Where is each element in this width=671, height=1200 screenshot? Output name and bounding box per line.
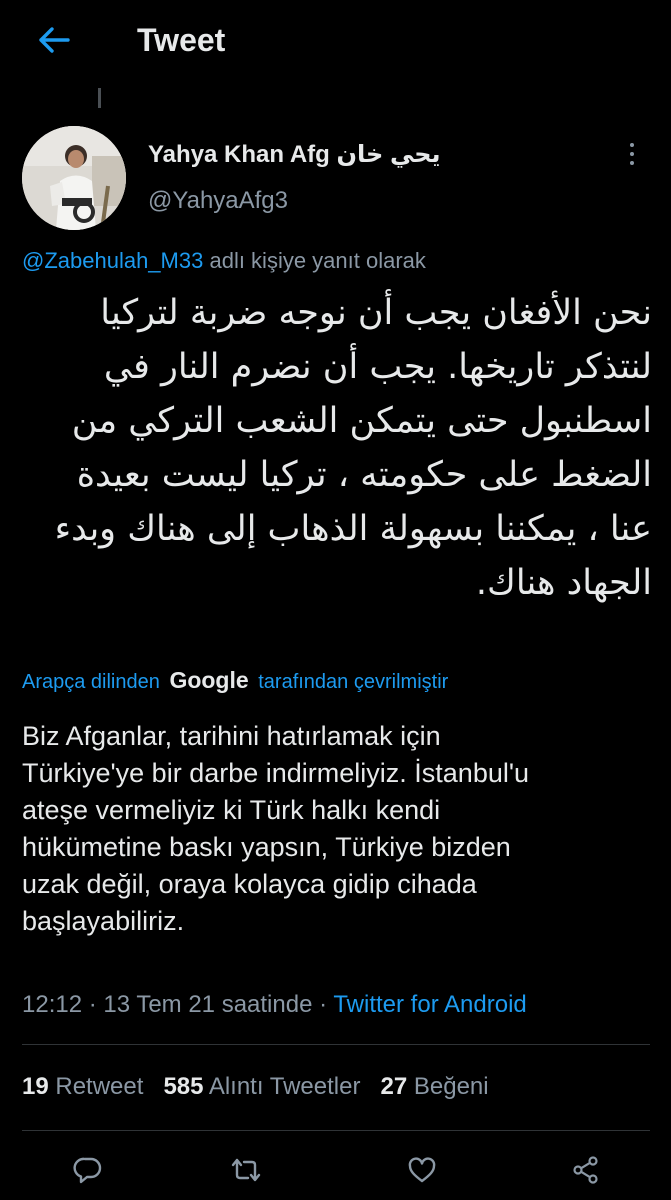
likes-stat[interactable]: 27 Beğeni [380, 1073, 488, 1100]
tweet-line: اسطنبول حتى يتمكن الشعب التركي من [71, 401, 652, 441]
tweet-line: الجهاد هناك. [475, 563, 652, 603]
translated-line: başlayabiliriz. [22, 906, 185, 936]
more-options-button[interactable] [620, 136, 644, 172]
more-dot-icon [630, 143, 634, 147]
avatar[interactable] [22, 126, 126, 230]
reply-context-label: adlı kişiye yanıt olarak [209, 248, 426, 273]
tweet-text-translated: Biz Afganlar, tarihini hatırlamak için T… [22, 718, 652, 940]
tweet-stats: 19 Retweet 585 Alıntı Tweetler 27 Beğeni [22, 1072, 489, 1102]
thread-connector-line [98, 88, 101, 108]
quotes-stat[interactable]: 585 Alıntı Tweetler [163, 1073, 360, 1100]
back-button[interactable] [34, 22, 74, 58]
reply-context: @Zabehulah_M33 adlı kişiye yanıt olarak [22, 246, 426, 276]
share-icon [573, 1156, 598, 1184]
retweets-stat[interactable]: 19 Retweet [22, 1073, 143, 1100]
quotes-count: 585 [163, 1073, 204, 1100]
tweet-source-link[interactable]: Twitter for Android [333, 991, 526, 1018]
share-button[interactable] [566, 1152, 606, 1188]
translated-line: Türkiye'ye bir darbe indirmeliyiz. İstan… [22, 758, 530, 788]
reply-mention-link[interactable]: @Zabehulah_M33 [22, 248, 203, 273]
author-handle[interactable]: @YahyaAfg3 [148, 186, 288, 216]
retweet-icon [231, 1158, 261, 1182]
translation-credit[interactable]: Arapça dilinden Google tarafından çevril… [22, 666, 448, 696]
google-logo: Google [169, 667, 249, 693]
like-button[interactable] [402, 1152, 442, 1188]
likes-label: Beğeni [413, 1073, 489, 1100]
translated-line: uzak değil, oraya kolayca gidip cihada [22, 869, 477, 899]
likes-count: 27 [380, 1073, 408, 1100]
divider [22, 1044, 650, 1045]
translated-line: hükümetine baskı yapsın, Türkiye bizden [22, 832, 511, 862]
tweet-timestamp[interactable]: 12:12 · 13 Tem 21 saatinde · [22, 991, 327, 1018]
retweets-label: Retweet [55, 1073, 144, 1100]
reply-button[interactable] [68, 1152, 108, 1188]
like-icon [408, 1157, 436, 1183]
reply-icon [73, 1157, 102, 1184]
page-title: Tweet [137, 22, 226, 58]
retweet-button[interactable] [226, 1152, 266, 1188]
author-display-name[interactable]: Yahya Khan Afg يحي خان [148, 140, 441, 170]
avatar-photo [22, 126, 126, 230]
quotes-label: Alıntı Tweetler [208, 1073, 361, 1100]
translated-line: ateşe vermeliyiz ki Türk halkı kendi [22, 795, 441, 825]
translated-line: Biz Afganlar, tarihini hatırlamak için [22, 721, 441, 751]
tweet-line: الضغط على حكومته ، تركيا ليست بعيدة [76, 455, 652, 495]
more-dot-icon [630, 161, 634, 165]
tweet-meta: 12:12 · 13 Tem 21 saatinde · Twitter for… [22, 990, 527, 1020]
tweet-line: نحن الأفغان يجب أن نوجه ضربة لتركيا [100, 293, 652, 333]
tweet-line: عنا ، يمكننا بسهولة الذهاب إلى هناك وبدء [54, 509, 652, 549]
tweet-text-original: نحن الأفغان يجب أن نوجه ضربة لتركيا لنتذ… [30, 286, 652, 610]
tweet-line: لنتذكر تاريخها. يجب أن نضرم النار في [103, 347, 652, 387]
retweets-count: 19 [22, 1073, 49, 1100]
translation-credit-prefix: Arapça dilinden [22, 671, 160, 693]
translation-credit-suffix: tarafından çevrilmiştir [258, 671, 449, 693]
divider [22, 1130, 650, 1131]
arrow-left-icon [39, 27, 70, 53]
more-dot-icon [630, 152, 634, 156]
